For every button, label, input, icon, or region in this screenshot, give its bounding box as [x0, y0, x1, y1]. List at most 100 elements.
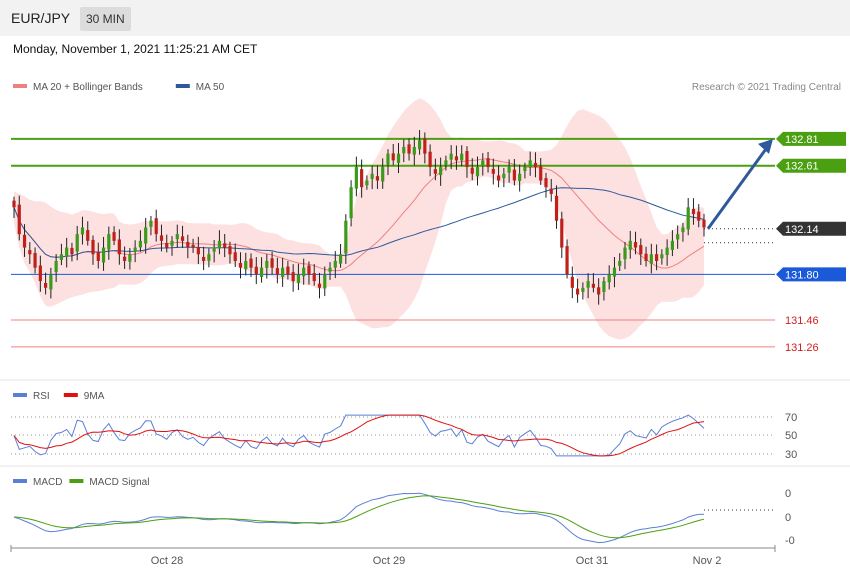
price-chart: MA 20 + Bollinger Bands MA 50 Research © 2…	[0, 82, 850, 567]
candle-body	[654, 254, 659, 261]
candle-body	[138, 240, 143, 248]
candle-body	[670, 240, 674, 250]
candle-body	[539, 166, 543, 181]
candle-body	[639, 245, 643, 255]
candle-body	[618, 260, 622, 266]
current-price-label: 132.14	[785, 224, 819, 236]
candle-body	[660, 254, 664, 259]
macd-tick: 0	[785, 488, 791, 500]
candle-body	[518, 173, 522, 181]
candle-body	[475, 167, 480, 177]
candle-body	[54, 260, 58, 273]
candle-body	[144, 227, 148, 244]
candle-body	[481, 160, 485, 166]
candle-body	[317, 283, 322, 288]
candle-body	[312, 273, 316, 282]
candle-body	[623, 247, 627, 260]
candle-body	[128, 254, 132, 262]
macd-tick: -0	[785, 535, 795, 547]
candle-body	[512, 169, 516, 181]
candle-body	[502, 173, 506, 179]
candle-body	[307, 265, 311, 275]
candle-body	[254, 266, 258, 275]
candle-body	[449, 153, 453, 160]
candle-body	[491, 168, 495, 174]
candle-body	[439, 167, 443, 176]
candle-body	[228, 246, 232, 255]
candle-body	[676, 234, 680, 240]
rsi-tick: 30	[785, 449, 797, 461]
candle-body	[349, 187, 353, 219]
support-label: 131.26	[785, 342, 819, 354]
candle-body	[296, 274, 301, 283]
candle-body	[338, 254, 343, 264]
candle-body	[170, 240, 174, 246]
candle-body	[233, 252, 237, 261]
legend-swatch	[175, 84, 190, 88]
candle-body	[28, 250, 32, 255]
candle-body	[612, 267, 617, 277]
candle-body	[702, 219, 706, 228]
x-tick-label: Oct 28	[151, 555, 183, 567]
candle-body	[149, 220, 153, 227]
legend-label: MA 20 + Bollinger Bands	[33, 82, 143, 93]
candle-body	[644, 253, 648, 261]
candle-body	[381, 167, 385, 182]
candle-body	[428, 151, 432, 168]
candle-body	[602, 281, 606, 292]
candle-body	[591, 283, 595, 288]
candle-body	[323, 274, 327, 289]
candle-body	[575, 288, 580, 295]
candle-body	[17, 204, 21, 235]
candle-body	[12, 200, 16, 208]
candle-body	[544, 178, 548, 188]
candle-body	[265, 260, 269, 268]
candle-body	[281, 267, 285, 277]
rsi-legend-label: RSI	[33, 391, 50, 402]
rsi-tick: 70	[785, 412, 797, 424]
rsi-legend-swatch	[13, 393, 27, 397]
candle-body	[433, 169, 437, 174]
candle-body	[291, 272, 295, 282]
candle-body	[117, 239, 121, 255]
candle-body	[133, 247, 137, 252]
candle-body	[175, 234, 179, 240]
macd-legend-swatch	[69, 479, 84, 483]
candle-body	[496, 175, 501, 181]
candle-body	[33, 252, 37, 268]
macd-signal-line	[13, 495, 705, 539]
x-tick-label: Oct 31	[576, 555, 608, 567]
candle-body	[44, 282, 48, 288]
candle-body	[570, 276, 574, 288]
candle-body	[101, 247, 106, 263]
candle-body	[697, 211, 701, 221]
resistance-label: 132.81	[785, 134, 819, 146]
candle-body	[507, 167, 511, 173]
candle-body	[196, 247, 200, 255]
candle-body	[528, 160, 532, 168]
candle-body	[560, 218, 564, 248]
rsi-legend-label: 9MA	[84, 391, 105, 402]
candle-body	[365, 180, 369, 186]
candle-body	[681, 227, 685, 233]
candle-body	[607, 274, 611, 283]
candle-body	[523, 167, 527, 172]
candle-body	[275, 268, 279, 275]
candle-body	[391, 153, 395, 161]
candle-body	[154, 218, 158, 235]
x-tick-label: Oct 29	[373, 555, 405, 567]
candle-body	[633, 242, 638, 248]
legend-label: MA 50	[196, 82, 225, 93]
pivot-label: 131.80	[785, 269, 819, 281]
candle-body	[586, 281, 590, 288]
candle-body	[112, 232, 116, 241]
candle-body	[454, 156, 459, 161]
candle-body	[270, 258, 274, 268]
candle-body	[191, 245, 195, 248]
forecast-arrow	[706, 148, 768, 230]
macd-legend-label: MACD	[33, 477, 62, 488]
candle-body	[49, 274, 53, 290]
candle-body	[691, 208, 696, 215]
candle-body	[212, 247, 216, 252]
candle-body	[665, 247, 669, 256]
